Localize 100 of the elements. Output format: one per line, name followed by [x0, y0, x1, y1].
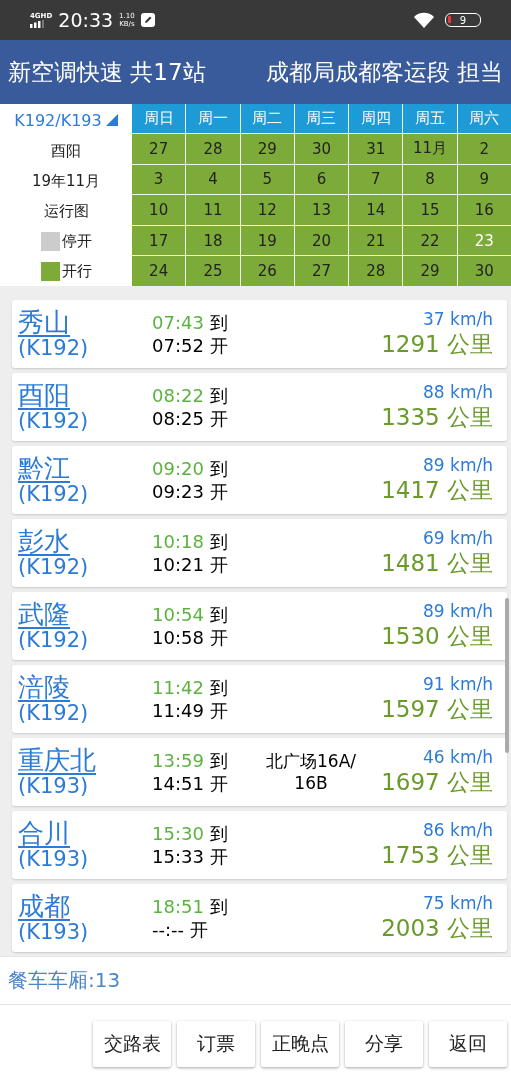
train-number: (K193) [18, 847, 90, 871]
weekday-header: 周二 [240, 104, 294, 133]
train-number: (K193) [18, 920, 90, 944]
arrival-time: 07:43 到 [152, 310, 229, 334]
weekday-header: 周四 [349, 104, 403, 133]
station-link[interactable]: 涪陵 [18, 673, 70, 702]
calendar-day[interactable]: 15 [403, 195, 457, 225]
train-number: (K193) [18, 774, 90, 798]
station-link[interactable]: 成都 [18, 892, 70, 921]
calendar-day[interactable]: 7 [349, 164, 403, 195]
weekday-header: 周日 [132, 104, 186, 133]
station-link[interactable]: 重庆北 [18, 746, 96, 775]
calendar-day[interactable]: 18 [186, 225, 240, 256]
train-number: (K192) [18, 555, 90, 579]
calendar-day[interactable]: 19 [240, 225, 294, 256]
distance-text: 1597 公里 [381, 694, 493, 724]
station-card[interactable]: 涪陵 (K192) 11:42 到 11:49 开 91 km/h 1597 公里 [12, 665, 507, 733]
arrival-time: 13:59 到 [152, 748, 229, 772]
train-info: 新空调快速 共17站 [8, 57, 206, 87]
calendar-day[interactable]: 6 [294, 164, 349, 195]
calendar-day[interactable]: 12 [240, 195, 294, 225]
speed-text: 89 km/h [423, 600, 493, 621]
calendar-day[interactable]: 27 [294, 256, 349, 286]
station-link[interactable]: 武隆 [18, 600, 70, 629]
calendar-day[interactable]: 29 [240, 134, 294, 164]
speed-text: 86 km/h [423, 819, 493, 840]
action-button[interactable]: 分享 [345, 1021, 423, 1067]
clock: 20:33 [58, 9, 114, 31]
calendar-day[interactable]: 26 [240, 256, 294, 286]
station-card[interactable]: 合川 (K193) 15:30 到 15:33 开 86 km/h 1753 公里 [12, 811, 507, 879]
departure-time: 11:49 开 [152, 699, 229, 723]
calendar-day[interactable]: 30 [294, 134, 349, 164]
calendar-day[interactable]: 25 [186, 256, 240, 286]
calendar-day[interactable]: 27 [132, 134, 186, 164]
calendar-day[interactable]: 11 [186, 195, 240, 225]
arrival-time: 18:51 到 [152, 894, 229, 918]
calendar-day[interactable]: 9 [457, 164, 511, 195]
calendar-day[interactable]: 8 [403, 164, 457, 195]
speed-text: 75 km/h [423, 892, 493, 913]
station-card[interactable]: 重庆北 (K193) 13:59 到 14:51 开 北广场16A/ 16B 46 km/h 1697 公里 [12, 738, 507, 806]
calendar-day[interactable]: 31 [349, 134, 403, 164]
calendar-day[interactable]: 5 [240, 164, 294, 195]
arrival-time: 08:22 到 [152, 383, 229, 407]
departure-time: 10:58 开 [152, 626, 229, 650]
calendar-day[interactable]: 2 [457, 134, 511, 164]
distance-text: 1697 公里 [381, 767, 493, 797]
train-selector[interactable]: K192/K193 [14, 104, 118, 136]
calendar-day[interactable]: 30 [457, 256, 511, 286]
calendar-day[interactable]: 24 [132, 256, 186, 286]
calendar-day[interactable]: 10 [132, 195, 186, 225]
speed-text: 37 km/h [423, 308, 493, 329]
legend-label: 开行 [61, 260, 92, 282]
calendar-day[interactable]: 28 [186, 134, 240, 164]
weekday-header: 周三 [294, 104, 349, 133]
calendar-day[interactable]: 13 [294, 195, 349, 225]
calendar-day[interactable]: 16 [457, 195, 511, 225]
operator-info: 成都局成都客运段 担当 [265, 57, 503, 87]
wifi-icon [413, 12, 435, 28]
station-card[interactable]: 秀山 (K192) 07:43 到 07:52 开 37 km/h 1291 公里 [12, 300, 507, 368]
station-card[interactable]: 彭水 (K192) 10:18 到 10:21 开 69 km/h 1481 公里 [12, 519, 507, 587]
calendar-day[interactable]: 3 [132, 164, 186, 195]
station-link[interactable]: 彭水 [18, 527, 70, 556]
action-button[interactable]: 正晚点 [261, 1021, 339, 1067]
calendar-day[interactable]: 11月 [403, 134, 457, 164]
train-number: (K192) [18, 701, 90, 725]
platform-info: 北广场16A/ 16B [265, 749, 357, 795]
train-number: (K192) [18, 482, 90, 506]
action-button[interactable]: 订票 [177, 1021, 255, 1067]
arrival-time: 10:54 到 [152, 602, 229, 626]
month-label: 19年11月 [31, 170, 101, 192]
calendar-day[interactable]: 29 [403, 256, 457, 286]
station-card[interactable]: 黔江 (K192) 09:20 到 09:23 开 89 km/h 1417 公里 [12, 446, 507, 514]
calendar-day[interactable]: 14 [349, 195, 403, 225]
arrival-time: 11:42 到 [152, 675, 229, 699]
station-link[interactable]: 秀山 [18, 308, 70, 337]
station-link[interactable]: 合川 [18, 819, 70, 848]
departure-time: 09:23 开 [152, 480, 229, 504]
calendar-day[interactable]: 20 [294, 225, 349, 256]
departure-time: --:-- 开 [152, 918, 209, 942]
calendar-day[interactable]: 21 [349, 225, 403, 256]
arrival-time: 15:30 到 [152, 821, 229, 845]
station-card[interactable]: 武隆 (K192) 10:54 到 10:58 开 89 km/h 1530 公里 [12, 592, 507, 660]
station-card[interactable]: 酉阳 (K192) 08:22 到 08:25 开 88 km/h 1335 公里 [12, 373, 507, 441]
departure-time: 07:52 开 [152, 334, 229, 358]
edit-icon [140, 13, 155, 27]
station-link[interactable]: 黔江 [18, 454, 70, 483]
station-card[interactable]: 成都 (K193) 18:51 到 --:-- 开 75 km/h 2003 公里 [12, 884, 507, 952]
distance-text: 1335 公里 [381, 402, 493, 432]
battery-indicator: 9 [445, 13, 481, 27]
departure-time: 08:25 开 [152, 407, 229, 431]
action-button[interactable]: 交路表 [93, 1021, 171, 1067]
calendar-day[interactable]: 4 [186, 164, 240, 195]
calendar-day[interactable]: 17 [132, 225, 186, 256]
calendar-day[interactable]: 22 [403, 225, 457, 256]
chart-caption: 运行图 [43, 200, 89, 222]
action-button[interactable]: 返回 [429, 1021, 507, 1067]
arrival-time: 09:20 到 [152, 456, 229, 480]
train-number: (K192) [18, 409, 90, 433]
calendar-day[interactable]: 28 [349, 256, 403, 286]
station-link[interactable]: 酉阳 [18, 381, 70, 410]
